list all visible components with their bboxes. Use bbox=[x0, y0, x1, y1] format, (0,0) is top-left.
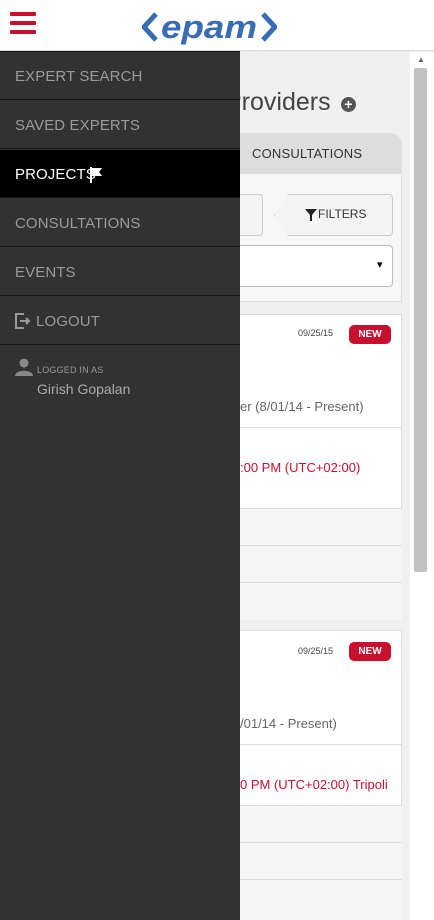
side-drawer: EXPERT SEARCH SAVED EXPERTS PROJECTS CON… bbox=[0, 51, 240, 920]
card-time-link[interactable]: 0 PM (UTC+02:00) Tripoli bbox=[240, 777, 388, 792]
menu-item-saved-experts[interactable]: SAVED EXPERTS bbox=[0, 101, 240, 149]
app-header: epam bbox=[0, 0, 434, 51]
epam-logo[interactable]: epam bbox=[142, 8, 277, 48]
menu-item-consultations[interactable]: CONSULTATIONS bbox=[0, 199, 240, 247]
scrollbar-thumb[interactable] bbox=[414, 68, 427, 572]
menu-item-label: CONSULTATIONS bbox=[15, 215, 141, 232]
menu-item-label: PROJECTS bbox=[15, 166, 96, 183]
menu-item-label: EVENTS bbox=[15, 264, 76, 281]
hamburger-icon[interactable] bbox=[10, 12, 36, 38]
new-badge: NEW bbox=[349, 325, 391, 344]
plus-circle-icon[interactable]: + bbox=[341, 97, 356, 112]
new-badge: NEW bbox=[349, 642, 391, 661]
chevron-down-icon: ▾ bbox=[377, 259, 383, 271]
menu-item-logout[interactable]: LOGOUT bbox=[0, 297, 240, 345]
card-date: 09/25/15 bbox=[298, 646, 334, 656]
card-date: 09/25/15 bbox=[298, 328, 334, 338]
svg-text:epam: epam bbox=[161, 9, 257, 45]
menu-item-projects[interactable]: PROJECTS bbox=[0, 150, 240, 198]
menu-item-events[interactable]: EVENTS bbox=[0, 248, 240, 296]
tab-consultations[interactable]: CONSULTATIONS bbox=[252, 146, 362, 161]
card-employment: /01/14 - Present) bbox=[240, 716, 337, 731]
filter-select[interactable] bbox=[220, 245, 393, 287]
flag-icon bbox=[90, 167, 102, 183]
menu-item-label: SAVED EXPERTS bbox=[15, 117, 140, 134]
menu-item-expert-search[interactable]: EXPERT SEARCH bbox=[0, 52, 240, 100]
menu-item-label: EXPERT SEARCH bbox=[15, 68, 143, 85]
card-time-link[interactable]: :00 PM (UTC+02:00) bbox=[240, 460, 360, 475]
logout-icon bbox=[15, 313, 31, 329]
user-name: Girish Gopalan bbox=[37, 381, 131, 397]
menu-item-label: LOGOUT bbox=[36, 313, 100, 330]
page-title: Providers bbox=[225, 88, 331, 116]
card-employment: er (8/01/14 - Present) bbox=[240, 399, 364, 414]
logged-in-label: LOGGED IN AS bbox=[37, 365, 104, 375]
scroll-up-icon[interactable]: ▲ bbox=[414, 54, 428, 66]
filters-label: FILTERS bbox=[318, 207, 367, 221]
funnel-icon bbox=[305, 209, 317, 221]
user-icon bbox=[15, 358, 33, 376]
